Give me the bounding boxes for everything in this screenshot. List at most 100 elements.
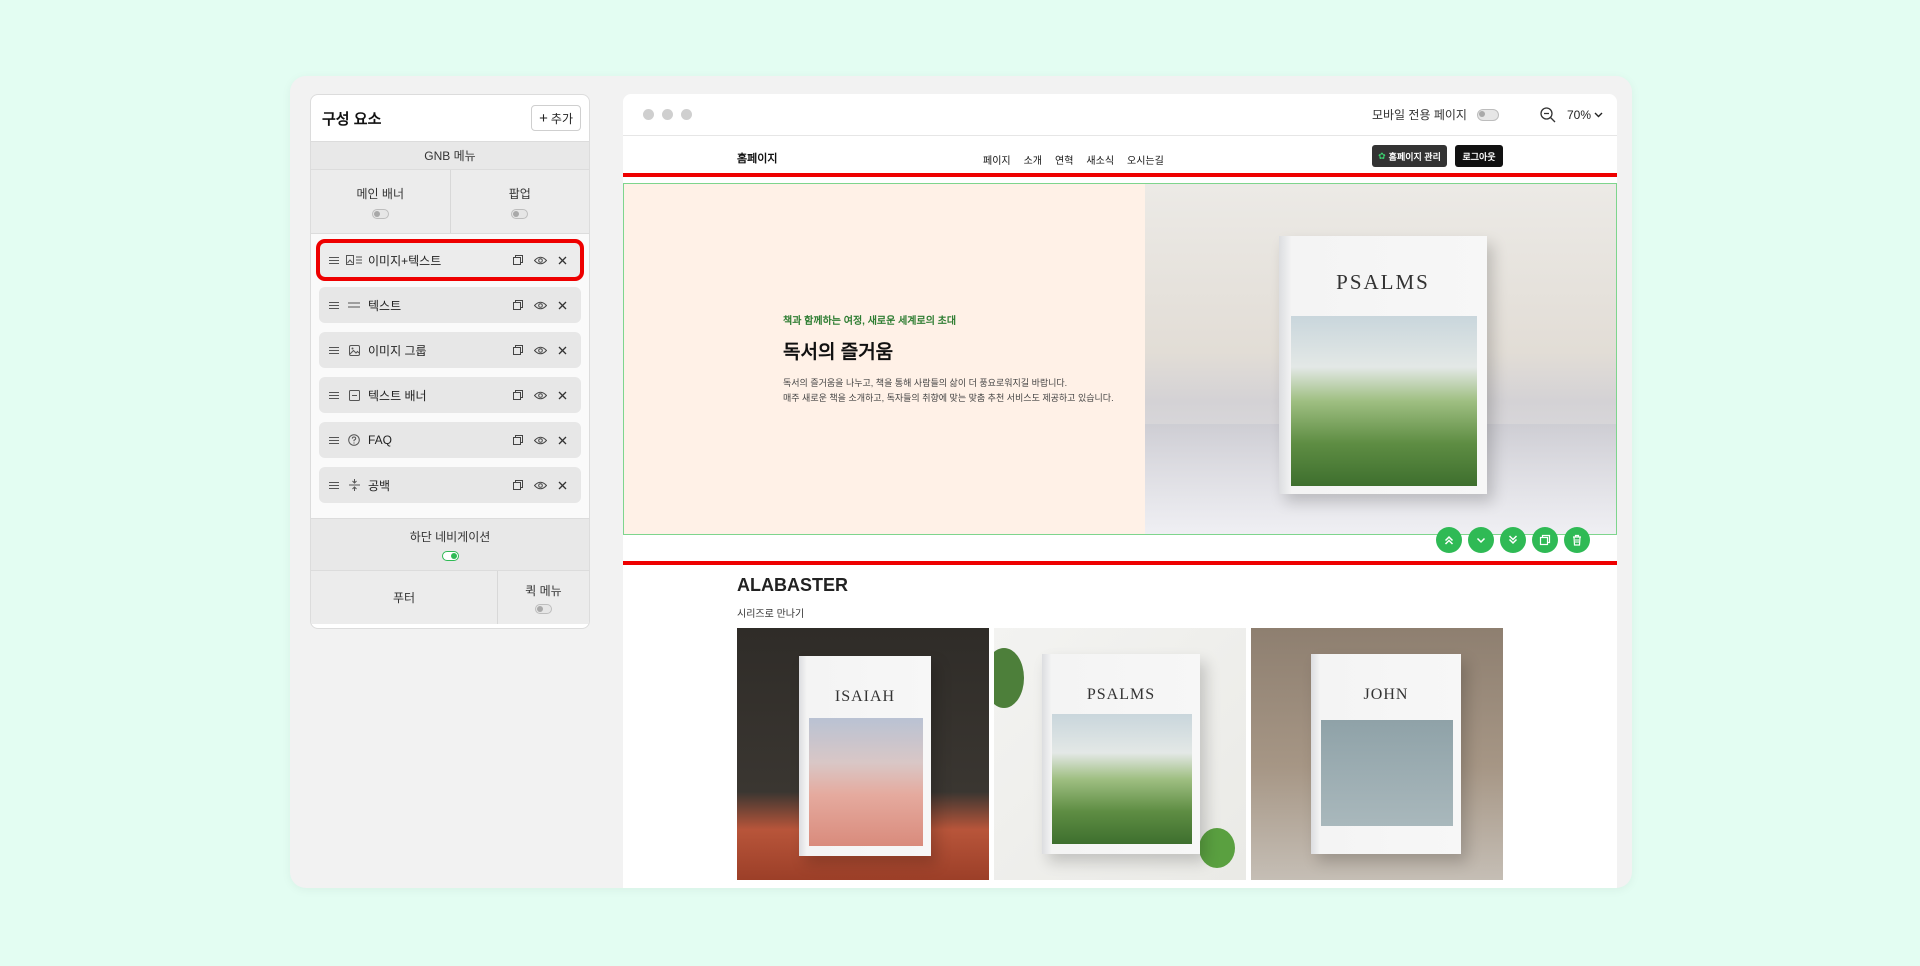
duplicate-icon[interactable]: [507, 340, 529, 360]
nav-link[interactable]: 새소식: [1086, 152, 1114, 167]
gallery-tile-isaiah[interactable]: ISAIAH: [737, 628, 989, 880]
duplicate-section-icon[interactable]: [1532, 527, 1558, 553]
duplicate-icon[interactable]: [507, 430, 529, 450]
move-down-icon[interactable]: [1468, 527, 1494, 553]
drag-handle-icon[interactable]: [329, 256, 339, 264]
quick-menu-toggle[interactable]: [535, 603, 552, 614]
hero-title: 독서의 즐거움: [783, 342, 894, 363]
component-item-spacer[interactable]: 공백: [319, 467, 581, 503]
component-item-image-group[interactable]: 이미지 그룹: [319, 332, 581, 368]
nav-link[interactable]: 연혁: [1055, 152, 1073, 167]
bottom-nav-row[interactable]: 하단 네비게이션: [311, 518, 589, 570]
close-icon[interactable]: [551, 340, 573, 360]
book-cover: JOHN: [1311, 654, 1461, 854]
drag-handle-icon[interactable]: [329, 481, 339, 489]
close-icon[interactable]: [551, 295, 573, 315]
plus-icon: +: [539, 109, 548, 127]
drag-handle-icon[interactable]: [329, 391, 339, 399]
move-bottom-icon[interactable]: [1500, 527, 1526, 553]
site-gnb: 홈페이지 페이지 소개 연혁 새소식 오시는길 ✿ 홈페이지 관리 로그아웃: [623, 136, 1617, 174]
gnb-menu-label: GNB 메뉴: [424, 149, 476, 163]
homepage-admin-button[interactable]: ✿ 홈페이지 관리: [1372, 145, 1447, 167]
quick-menu-cell[interactable]: 퀵 메뉴: [497, 571, 589, 624]
eye-icon[interactable]: [529, 475, 551, 495]
logout-button[interactable]: 로그아웃: [1455, 145, 1503, 167]
footer-cell[interactable]: 푸터: [311, 571, 497, 624]
drag-handle-icon[interactable]: [329, 346, 339, 354]
eye-icon[interactable]: [529, 430, 551, 450]
component-label: 텍스트: [368, 298, 402, 313]
selected-section-highlight: 책과 함께하는 여정, 새로운 세계로의 초대 독서의 즐거움 독서의 즐거움을…: [623, 173, 1617, 565]
duplicate-icon[interactable]: [507, 475, 529, 495]
hero-image-text-section[interactable]: 책과 함께하는 여정, 새로운 세계로의 초대 독서의 즐거움 독서의 즐거움을…: [623, 183, 1617, 535]
site-nav-links: 페이지 소개 연혁 새소식 오시는길: [983, 152, 1164, 167]
book-title: ISAIAH: [834, 688, 896, 705]
add-label: 추가: [550, 111, 573, 126]
hero-desc-line: 매주 새로운 책을 소개하고, 독자들의 취향에 맞는 맞춤 추천 서비스도 제…: [783, 393, 1114, 403]
quick-menu-label: 퀵 메뉴: [525, 583, 562, 598]
bottom-nav-toggle[interactable]: [441, 551, 459, 561]
component-list: 이미지+텍스트 텍스트 이미지 그룹 텍스트 배너 FAQ 공백: [311, 233, 589, 518]
drag-handle-icon[interactable]: [329, 436, 339, 444]
main-banner-cell[interactable]: 메인 배너: [311, 170, 450, 233]
window-dots: [643, 109, 692, 120]
nav-link[interactable]: 소개: [1024, 152, 1042, 167]
popup-cell[interactable]: 팝업: [449, 170, 590, 233]
eye-icon[interactable]: [529, 340, 551, 360]
zoom-select[interactable]: 70%: [1567, 108, 1603, 122]
book-title: JOHN: [1363, 686, 1409, 703]
add-component-button[interactable]: + 추가: [531, 105, 581, 131]
book-title: PSALMS: [1336, 270, 1430, 294]
move-top-icon[interactable]: [1436, 527, 1462, 553]
duplicate-icon[interactable]: [507, 295, 529, 315]
trash-icon[interactable]: [1564, 527, 1590, 553]
hero-description: 독서의 즐거움을 나누고, 책을 통해 사람들의 삶이 더 풍요로워지길 바랍니…: [783, 376, 1114, 406]
zoom-out-icon[interactable]: [1539, 106, 1557, 124]
book-title: PSALMS: [1086, 686, 1156, 703]
close-icon[interactable]: [551, 475, 573, 495]
book-art: [1052, 714, 1192, 844]
gallery-tile-john[interactable]: JOHN: [1251, 628, 1503, 880]
drag-handle-icon[interactable]: [329, 301, 339, 309]
book-cover: ISAIAH: [799, 656, 931, 856]
mobile-only-toggle[interactable]: [1476, 108, 1499, 121]
panel-header: 구성 요소 + 추가: [311, 95, 589, 141]
main-banner-toggle[interactable]: [371, 208, 389, 219]
panel-title: 구성 요소: [322, 110, 382, 128]
component-item-text[interactable]: 텍스트: [319, 287, 581, 323]
hero-desc-line: 독서의 즐거움을 나누고, 책을 통해 사람들의 삶이 더 풍요로워지길 바랍니…: [783, 378, 1068, 388]
book-cover: PSALMS: [1042, 654, 1200, 854]
gnb-menu-row[interactable]: GNB 메뉴: [311, 141, 589, 169]
popup-toggle[interactable]: [511, 208, 529, 219]
gear-icon: ✿: [1378, 150, 1386, 161]
hero-image: PSALMS: [1145, 184, 1616, 534]
close-icon[interactable]: [551, 385, 573, 405]
close-icon[interactable]: [551, 430, 573, 450]
question-circle-icon: [346, 433, 362, 447]
component-item-image-text[interactable]: 이미지+텍스트: [316, 239, 584, 281]
editor-window: 구성 요소 + 추가 GNB 메뉴 메인 배너 팝업 이미지+텍스트 텍스트 이…: [290, 76, 1632, 888]
banner-icon: [346, 388, 362, 402]
duplicate-icon[interactable]: [507, 250, 529, 270]
component-item-text-banner[interactable]: 텍스트 배너: [319, 377, 581, 413]
duplicate-icon[interactable]: [507, 385, 529, 405]
eye-icon[interactable]: [529, 385, 551, 405]
section-controls: [1436, 527, 1590, 553]
book-art: [1321, 720, 1453, 826]
eye-icon[interactable]: [529, 295, 551, 315]
mobile-only-label: 모바일 전용 페이지: [1371, 108, 1467, 122]
text-lines-icon: [346, 298, 362, 312]
spacer-icon: [346, 478, 362, 492]
component-label: 공백: [368, 478, 391, 493]
nav-link[interactable]: 오시는길: [1127, 152, 1164, 167]
eye-icon[interactable]: [529, 250, 551, 270]
component-item-faq[interactable]: FAQ: [319, 422, 581, 458]
leaf-decoration: [1199, 828, 1235, 868]
site-logo[interactable]: 홈페이지: [737, 150, 777, 166]
nav-link[interactable]: 페이지: [983, 152, 1011, 167]
close-icon[interactable]: [551, 250, 573, 270]
component-label: FAQ: [368, 433, 393, 447]
gallery-tile-psalms[interactable]: PSALMS: [994, 628, 1246, 880]
admin-button-label: 홈페이지 관리: [1388, 151, 1441, 162]
top-toggles-row: 메인 배너 팝업: [311, 169, 589, 233]
